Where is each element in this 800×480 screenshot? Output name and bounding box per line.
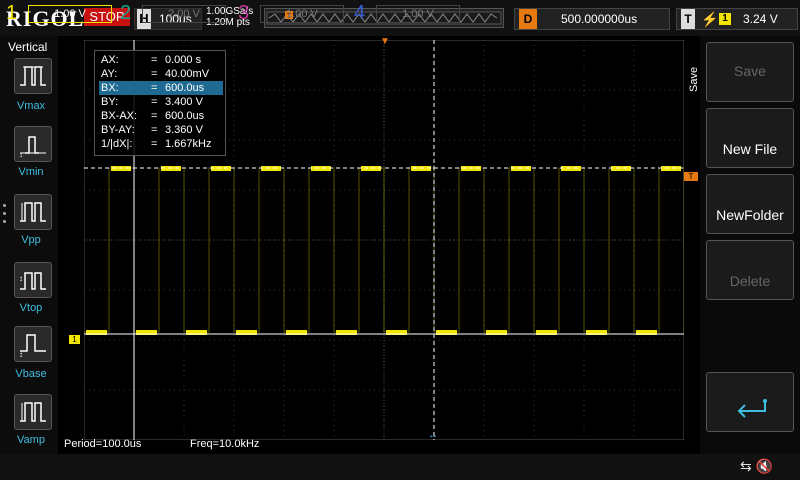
readout-key: BY-AY: [101,124,135,136]
ch1-offset-marker[interactable]: 1 [69,335,80,344]
measure-vmax-button[interactable] [14,58,52,94]
readout-row: AX: = 0.000 s [99,53,223,67]
channel-4-tab[interactable]: 4 1.00 V [350,2,462,24]
page-dot [3,220,6,223]
readout-row-selected: BX: = 600.0us [99,81,223,95]
period-measurement: Period=100.0us [64,438,142,450]
channel-1-tab[interactable]: 1 1.00 V [2,2,114,24]
delay-value: 500.000000us [561,12,638,26]
readout-key: 1/|dX|: [101,138,133,150]
vpp-icon [20,202,46,222]
channel-4-scale: 1.00 V [376,5,460,23]
readout-key: BX: [101,82,119,94]
ch1-high-segment [611,166,631,171]
softkey-delete[interactable]: Delete [706,240,794,300]
usb-speaker-status-icon: ⇆ 🔇 [740,458,774,474]
softkey-new-file-label: New File [722,141,778,157]
svg-text:↕: ↕ [19,274,23,283]
delay-box[interactable]: D 500.000000us [514,8,670,30]
readout-row: BY-AY: = 3.360 V [99,123,223,137]
readout-key: BY: [101,96,119,108]
trigger-level-marker[interactable]: T [684,172,698,181]
readout-equals: = [151,96,158,108]
channel-3-tab[interactable]: 3 1.00 V [234,2,346,24]
readout-row: AY: = 40.00mV [99,67,223,81]
rising-edge-icon: ⚡ [701,11,719,27]
svg-text:↕: ↕ [19,350,23,357]
cursor-b-handle-icon[interactable]: ↔ [428,430,438,440]
vamp-icon [20,402,46,422]
channel-2-number: 2 [120,2,132,24]
channel-1-scale: 1.00 V [28,5,112,23]
readout-value: 0.000 s [165,54,202,66]
trigger-source: 1 [719,13,731,25]
trigger-key: T [681,9,695,29]
trigger-level: 3.24 V [743,12,778,26]
readout-row: BY: = 3.400 V [99,95,223,109]
measure-vbase-button[interactable]: ↕ [14,326,52,362]
softkey-save-label: Save [734,63,766,79]
readout-value: 600.0us [165,110,205,122]
channel-2-tab[interactable]: 2 2.00 V [116,2,228,24]
softkey-new-folder-label: NewFolder [716,207,784,223]
readout-key: BX-AX: [101,110,138,122]
measure-vbase-label: Vbase [15,368,47,380]
menu-title: Save [688,66,700,92]
measure-panel-title: Vertical [8,40,48,54]
page-dot [3,204,6,207]
readout-equals: = [151,68,158,80]
readout-value: 3.360 V [165,124,203,136]
channel-2-scale: 2.00 V [142,5,226,23]
measure-vpp-button[interactable] [14,194,52,230]
measure-vamp-label: Vamp [17,434,45,446]
trigger-box[interactable]: T ⚡ 1 3.24 V [676,8,798,30]
trigger-position-marker-icon: ▼ [380,36,390,47]
measure-vmin-label: Vmin [18,166,44,178]
readout-row: 1/|dX|: = 1.667kHz [99,137,223,151]
measure-vtop-button[interactable]: ↕ [14,262,52,298]
page-dot [3,212,6,215]
readout-value: 40.00mV [165,68,210,80]
return-icon [737,399,767,418]
softkey-save[interactable]: Save [706,42,794,102]
channel-3-number: 3 [238,2,250,24]
measure-vmin-button[interactable]: ↕ [14,126,52,162]
ch1-high-segment [311,166,331,171]
channel-4-number: 4 [354,2,366,24]
delay-key: D [519,9,537,29]
readout-key: AY: [101,68,118,80]
readout-equals: = [151,110,158,122]
measure-vamp-button[interactable] [14,394,52,430]
channel-bar [0,454,800,480]
channel-1-number: 1 [6,2,18,24]
softkey-delete-label: Delete [729,273,771,289]
cursor-readout-panel: AX: = 0.000 s AY: = 40.00mV BX: = 600.0u… [94,50,226,156]
measure-vpp-label: Vpp [21,234,41,246]
readout-equals: = [151,82,158,94]
vmin-icon: ↕ [19,136,46,157]
ch1-trace [84,167,684,333]
readout-value: 1.667kHz [165,138,212,150]
ch1-high-segment [661,166,681,171]
softkey-return[interactable] [706,372,794,432]
readout-equals: = [151,124,158,136]
softkey-new-folder[interactable]: NewFolder [706,174,794,234]
readout-equals: = [151,138,158,150]
vbase-icon: ↕ [19,334,46,357]
measure-vmax-label: Vmax [16,100,46,112]
svg-text:↕: ↕ [19,150,23,157]
measure-vtop-label: Vtop [19,302,43,314]
readout-row: BX-AX: = 600.0us [99,109,223,123]
vtop-icon: ↕ [19,272,46,290]
frequency-measurement: Freq=10.0kHz [190,438,260,450]
readout-value: 3.400 V [165,96,203,108]
ch1-waveform [84,166,684,335]
readout-value: 600.0us [165,82,205,94]
readout-key: AX: [101,54,119,66]
softkey-new-file[interactable]: New File [706,108,794,168]
readout-equals: = [151,54,158,66]
vmax-icon [20,66,46,86]
ch1-high-segment [261,166,281,171]
channel-3-scale: 1.00 V [260,5,344,23]
